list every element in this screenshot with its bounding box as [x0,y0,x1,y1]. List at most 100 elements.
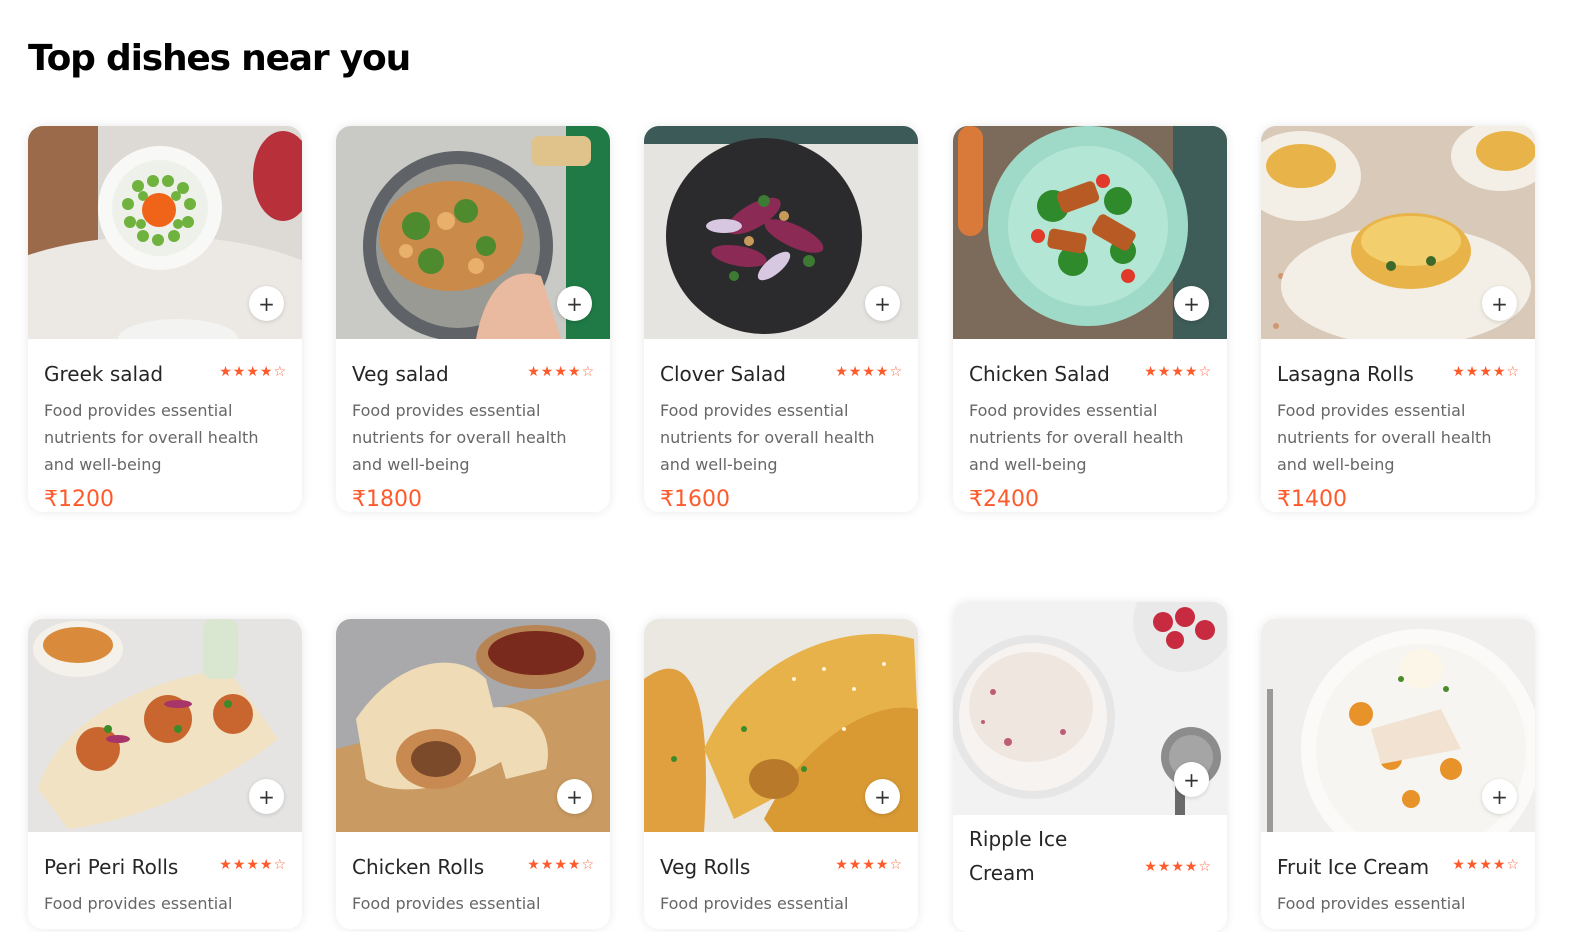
dish-name: Chicken Salad [969,362,1110,386]
dish-description: Food provides essential nutrients for ov… [969,401,1184,474]
dish-description: Food provides essential [660,894,849,913]
add-to-cart-button[interactable]: + [1482,779,1517,814]
star-filled-icon: ★ [1479,857,1492,873]
rating-stars-icon: ★ ★ ★ ★ ☆ [527,857,594,873]
dish-name: Chicken Rolls [352,855,485,879]
dish-name: Fruit Ice Cream [1277,855,1430,879]
star-filled-icon: ★ [1184,364,1198,380]
dish-image: + [28,619,302,832]
star-filled-icon: ★ [259,364,273,380]
star-empty-icon: ☆ [581,857,594,873]
dish-name: Lasagna Rolls [1277,362,1414,386]
dish-description: Food provides essential nutrients for ov… [660,401,875,474]
add-to-cart-button[interactable]: + [557,779,592,814]
rating-stars-icon: ★ ★ ★ ★ ☆ [1452,857,1519,873]
star-filled-icon: ★ [232,364,246,380]
star-empty-icon: ☆ [889,857,902,873]
rating-stars-icon: ★ ★ ★ ★ ☆ [835,364,902,380]
star-empty-icon: ☆ [273,364,286,380]
star-filled-icon: ★ [540,364,554,380]
star-filled-icon: ★ [1452,364,1465,380]
dish-card[interactable]: + Veg Rolls ★ ★ ★ ★ ☆ Food provides essentia… [644,619,918,929]
star-filled-icon: ★ [246,364,259,380]
rating-stars-icon: ★ ★ ★ ★ ☆ [835,857,902,873]
star-filled-icon: ★ [848,364,862,380]
dish-image: + [336,619,610,832]
add-to-cart-button[interactable]: + [1482,286,1517,321]
dish-price: ₹1600 [660,487,730,512]
dish-description: Food provides essential nutrients for ov… [352,401,567,474]
dish-description: Food provides essential [1277,894,1466,913]
add-to-cart-button[interactable]: + [249,779,284,814]
add-to-cart-button[interactable]: + [865,286,900,321]
star-empty-icon: ☆ [581,364,594,380]
star-empty-icon: ☆ [273,857,286,873]
star-filled-icon: ★ [1171,859,1184,875]
dish-description: Food provides essential nutrients for ov… [44,401,259,474]
dish-card[interactable]: + Ripple Ice Cream ★ ★ ★ ★ ☆ [953,602,1227,932]
dish-name: Clover Salad [660,362,786,386]
dish-price: ₹2400 [969,487,1039,512]
add-to-cart-button[interactable]: + [865,779,900,814]
star-filled-icon: ★ [835,364,848,380]
star-filled-icon: ★ [1452,857,1465,873]
dish-name: Veg salad [352,362,449,386]
star-filled-icon: ★ [1479,364,1492,380]
dish-name: Veg Rolls [660,855,751,879]
star-filled-icon: ★ [567,857,581,873]
dish-image: + [1261,619,1535,832]
dish-card[interactable]: + Lasagna Rolls ★ ★ ★ ★ ☆ Food provides esse… [1261,126,1535,512]
dish-name: Greek salad [44,362,164,386]
dish-description: Food provides essential [44,894,233,913]
star-filled-icon: ★ [875,364,889,380]
star-filled-icon: ★ [219,364,232,380]
rating-stars-icon: ★ ★ ★ ★ ☆ [219,364,286,380]
dish-image: + [1261,126,1535,339]
star-filled-icon: ★ [1144,364,1157,380]
add-to-cart-button[interactable]: + [557,286,592,321]
dish-card[interactable]: + Veg salad ★ ★ ★ ★ ☆ Food provides essentia… [336,126,610,512]
star-filled-icon: ★ [1492,857,1506,873]
star-filled-icon: ★ [862,364,875,380]
dish-grid: + Greek salad ★ ★ ★ ★ ☆ Food provides essent… [0,0,1578,932]
star-filled-icon: ★ [232,857,246,873]
star-filled-icon: ★ [246,857,259,873]
star-filled-icon: ★ [540,857,554,873]
dish-card[interactable]: + Fruit Ice Cream ★ ★ ★ ★ ☆ Food provides es… [1261,619,1535,929]
dish-image: + [644,619,918,832]
star-filled-icon: ★ [554,857,567,873]
add-to-cart-button[interactable]: + [1174,286,1209,321]
star-filled-icon: ★ [554,364,567,380]
star-filled-icon: ★ [219,857,232,873]
star-filled-icon: ★ [875,857,889,873]
dish-price: ₹1200 [44,487,114,512]
star-empty-icon: ☆ [1506,364,1519,380]
dish-card[interactable]: + Chicken Rolls ★ ★ ★ ★ ☆ Food provides esse… [336,619,610,929]
dish-name: Peri Peri Rolls [44,855,179,879]
rating-stars-icon: ★ ★ ★ ★ ☆ [527,364,594,380]
star-filled-icon: ★ [527,364,540,380]
dish-name: Ripple Ice Cream [969,827,1068,885]
add-to-cart-button[interactable]: + [1174,762,1209,797]
dish-image: + [28,126,302,339]
dish-card[interactable]: + Greek salad ★ ★ ★ ★ ☆ Food provides essent… [28,126,302,512]
dish-card[interactable]: + Chicken Salad ★ ★ ★ ★ ☆ Food provides esse… [953,126,1227,512]
star-empty-icon: ☆ [1506,857,1519,873]
star-filled-icon: ★ [259,857,273,873]
star-filled-icon: ★ [848,857,862,873]
star-filled-icon: ★ [527,857,540,873]
star-filled-icon: ★ [1184,859,1198,875]
add-to-cart-button[interactable]: + [249,286,284,321]
star-filled-icon: ★ [835,857,848,873]
star-filled-icon: ★ [1492,364,1506,380]
dish-image: + [644,126,918,339]
star-filled-icon: ★ [1157,859,1171,875]
rating-stars-icon: ★ ★ ★ ★ ☆ [1144,364,1211,380]
rating-stars-icon: ★ ★ ★ ★ ☆ [1452,364,1519,380]
dish-price: ₹1800 [352,487,422,512]
rating-stars-icon: ★ ★ ★ ★ ☆ [1144,859,1211,875]
dish-image: + [336,126,610,339]
dish-image: + [953,602,1227,815]
dish-card[interactable]: + Peri Peri Rolls ★ ★ ★ ★ ☆ Food provides es… [28,619,302,929]
dish-card[interactable]: + Clover Salad ★ ★ ★ ★ ☆ Food provides essen… [644,126,918,512]
